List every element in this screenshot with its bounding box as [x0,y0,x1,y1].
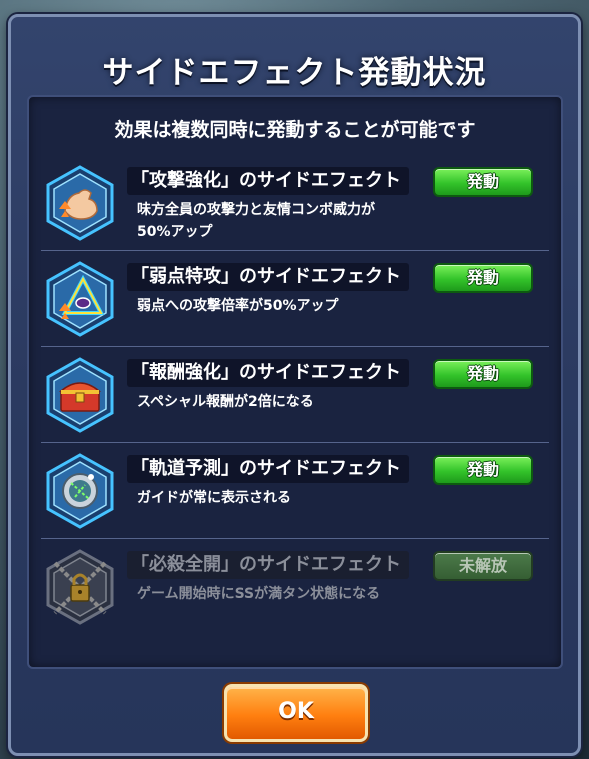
effect-name: 「攻撃強化」のサイドエフェクト [127,167,409,195]
effect-description: 弱点への攻撃倍率が50%アップ [137,295,427,317]
effect-row-attack-boost: 「攻撃強化」のサイドエフェクト 味方全員の攻撃力と友情コンボ威力が 50%アップ… [29,155,561,251]
side-effect-dialog: サイドエフェクト発動状況 効果は複数同時に発動することが可能です 「攻撃強化」の… [8,14,581,756]
effect-name: 「弱点特攻」のサイドエフェクト [127,263,409,291]
effect-description: ガイドが常に表示される [137,487,427,509]
flexed-arm-icon [46,165,114,241]
weak-point-triangle-icon [46,261,114,337]
effect-description-line1: 弱点への攻撃倍率が50%アップ [137,298,339,314]
effects-panel: 効果は複数同時に発動することが可能です 「攻撃強化」のサイドエフェクト 味方全員… [27,95,563,669]
effect-description-line2: 50%アップ [137,224,213,240]
dialog-subtitle: 効果は複数同時に発動することが可能です [114,119,476,141]
trajectory-ball-icon [46,453,114,529]
effect-row-trajectory: 「軌道予測」のサイドエフェクト ガイドが常に表示される 発動 [29,443,561,539]
effect-description-line1: ガイドが常に表示される [137,490,291,506]
effect-name: 「軌道予測」のサイドエフェクト [127,455,409,483]
effect-description-line1: スペシャル報酬が2倍になる [137,394,314,410]
status-badge-active[interactable]: 発動 [433,263,533,293]
ok-button[interactable]: OK [224,684,368,742]
status-badge-active[interactable]: 発動 [433,455,533,485]
effect-row-weak-point: 「弱点特攻」のサイドエフェクト 弱点への攻撃倍率が50%アップ 発動 [29,251,561,347]
status-badge-active[interactable]: 発動 [433,359,533,389]
effect-description: ゲーム開始時にSSが満タン状態になる [137,583,427,605]
locked-chains-icon [46,549,114,625]
effect-name: 「報酬強化」のサイドエフェクト [127,359,409,387]
dialog-title: サイドエフェクト発動状況 [102,55,487,91]
effect-description: スペシャル報酬が2倍になる [137,391,427,413]
effect-description: 味方全員の攻撃力と友情コンボ威力が 50%アップ [137,199,427,243]
effect-row-special-full: 「必殺全開」のサイドエフェクト ゲーム開始時にSSが満タン状態になる 未解放 [29,539,561,635]
treasure-chest-icon [46,357,114,433]
status-badge-active[interactable]: 発動 [433,167,533,197]
status-badge-locked: 未解放 [433,551,533,581]
effect-description-line1: 味方全員の攻撃力と友情コンボ威力が [137,202,375,218]
effect-row-reward-boost: 「報酬強化」のサイドエフェクト スペシャル報酬が2倍になる 発動 [29,347,561,443]
effect-description-line1: ゲーム開始時にSSが満タン状態になる [137,586,381,602]
effect-name: 「必殺全開」のサイドエフェクト [127,551,409,579]
